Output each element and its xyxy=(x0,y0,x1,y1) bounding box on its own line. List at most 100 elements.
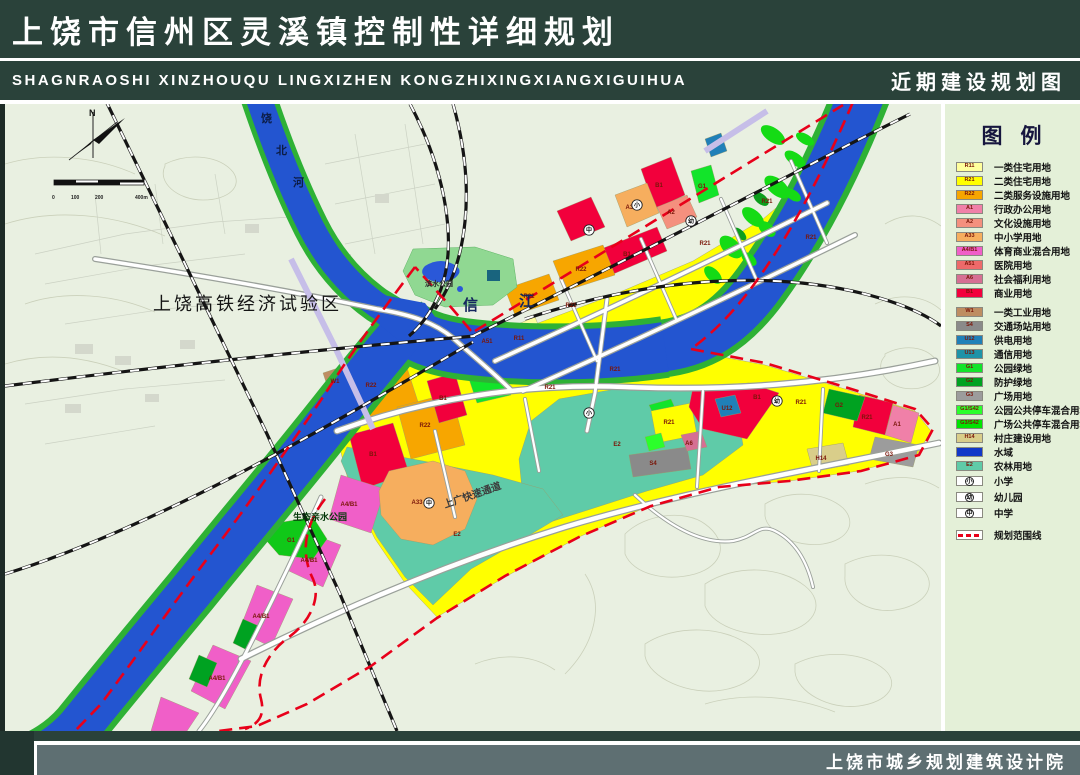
svg-text:中: 中 xyxy=(586,226,592,234)
map-label: 400m xyxy=(135,195,148,201)
legend-item-water: 水域 xyxy=(945,445,1080,459)
legend-swatch: G1 xyxy=(956,363,983,373)
legend-item-W1: W1一类工业用地 xyxy=(945,305,1080,319)
zone-code-label: R21 xyxy=(861,415,873,421)
zone-code-label: G3 xyxy=(885,452,894,458)
legend-label: 交通场站用地 xyxy=(983,319,1051,333)
legend-item-B1: B1商业用地 xyxy=(945,286,1080,300)
legend-label: 供电用地 xyxy=(983,333,1032,347)
footer-frame-strip xyxy=(0,731,1080,741)
legend-item-G1/S42: G1/S42公园公共停车混合用地 xyxy=(945,403,1080,417)
legend-panel: 图例 R11一类住宅用地R21二类住宅用地R22二类服务设施用地A1行政办公用地… xyxy=(945,104,1080,731)
zone-code-label: R21 xyxy=(663,420,675,426)
map-label: 100 xyxy=(71,195,80,201)
legend-code: G1/S42 xyxy=(960,407,979,413)
zone-code-label: U12 xyxy=(721,406,733,412)
legend-label: 一类住宅用地 xyxy=(983,160,1051,174)
zone-code-label: G1 xyxy=(698,184,707,190)
legend-code: A51 xyxy=(964,262,974,268)
legend-label: 防护绿地 xyxy=(983,375,1032,389)
legend-title: 图例 xyxy=(945,104,1080,160)
legend-code: G3 xyxy=(966,393,973,399)
map-school-icon-中: 中 xyxy=(584,225,594,235)
legend-swatch: R11 xyxy=(956,162,983,172)
legend-code: R21 xyxy=(964,178,974,184)
legend-label: 幼儿园 xyxy=(983,490,1023,504)
title-bar: 上饶市信州区灵溪镇控制性详细规划 xyxy=(0,0,1080,58)
legend-label: 中学 xyxy=(983,506,1013,520)
sheet-title: 上饶市信州区灵溪镇控制性详细规划 xyxy=(0,7,620,52)
divider xyxy=(34,741,37,775)
zone-code-label: R21 xyxy=(761,199,773,205)
legend-item-S4: S4 交通场站用地 xyxy=(945,319,1080,333)
legend-label: 规划范围线 xyxy=(983,528,1042,542)
boundary-dash-icon xyxy=(956,530,983,540)
legend-swatch: A6 xyxy=(956,274,983,284)
legend-item-A1: A1行政办公用地 xyxy=(945,202,1080,216)
map-label: 滨水公园 xyxy=(425,279,453,288)
legend-label: 农林用地 xyxy=(983,459,1032,473)
legend-item-G1: G1公园绿地 xyxy=(945,361,1080,375)
zone-code-label: A51 xyxy=(481,339,493,345)
svg-text:小: 小 xyxy=(633,201,640,209)
svg-text:中: 中 xyxy=(426,499,432,507)
legend-swatch: S4 xyxy=(956,321,983,331)
svg-text:幼: 幼 xyxy=(688,217,694,225)
legend-label: 通信用地 xyxy=(983,347,1032,361)
school-circle-icon: 中 xyxy=(956,508,983,518)
legend-item-G2: G2 防护绿地 xyxy=(945,375,1080,389)
legend-code: A33 xyxy=(964,234,974,240)
legend-item-U13: U13 通信用地 xyxy=(945,347,1080,361)
legend-code: U13 xyxy=(964,351,974,357)
zone-code-label: R22 xyxy=(365,383,377,389)
map-label: 饶 xyxy=(261,111,272,125)
legend-swatch: G3/S42 xyxy=(956,419,983,429)
main-area: R21R21R21R21R11R22R22B1B1A33A2G1A51R21R2… xyxy=(0,104,1080,731)
legend-item-R11: R11 一类住宅用地 xyxy=(945,160,1080,174)
svg-text:小: 小 xyxy=(585,409,592,417)
legend-label: 小学 xyxy=(983,474,1013,488)
zone-code-label: B1 xyxy=(369,452,377,458)
facility-block xyxy=(487,270,500,281)
legend-label: 公园绿地 xyxy=(983,361,1032,375)
map-school-icon-小: 小 xyxy=(632,200,642,210)
svg-text:幼: 幼 xyxy=(774,397,780,405)
legend-code: G2 xyxy=(966,379,973,385)
school-circle-icon: 小 xyxy=(956,476,983,486)
sheet-subtitle-pinyin: SHAGNRAOSHI XINZHOUQU LINGXIZHEN KONGZHI… xyxy=(0,72,687,89)
legend-item-A51: A51医院用地 xyxy=(945,258,1080,272)
zone-code-label: G1 xyxy=(287,538,296,544)
legend-item-G3/S42: G3/S42广场公共停车混合用地 xyxy=(945,417,1080,431)
legend-item-E2: E2农林用地 xyxy=(945,459,1080,473)
zone-code-label: H14 xyxy=(815,456,827,462)
legend-swatch: A2 xyxy=(956,218,983,228)
zone-code-label: R21 xyxy=(699,241,711,247)
zone-code-label: R21 xyxy=(795,400,807,406)
legend-label: 行政办公用地 xyxy=(983,202,1051,216)
legend-swatch: E2 xyxy=(956,461,983,471)
legend-item-幼儿园: 幼幼儿园 xyxy=(945,489,1080,505)
map-label: 0 xyxy=(52,195,55,201)
legend-label: 广场用地 xyxy=(983,389,1032,403)
zone-code-label: A4/B1 xyxy=(208,676,226,682)
legend-code: S4 xyxy=(966,323,973,329)
footer-bar: 上饶市城乡规划建筑设计院 xyxy=(0,745,1080,775)
legend-swatch: A4/B1 xyxy=(956,246,983,256)
legend-label: 社会福利用地 xyxy=(983,272,1051,286)
legend-swatch: G1/S42 xyxy=(956,405,983,415)
zone-code-label: A33 xyxy=(411,500,423,506)
map-label: N xyxy=(89,108,96,118)
legend-swatch: R21 xyxy=(956,176,983,186)
map-label: 河 xyxy=(293,175,304,189)
legend-item-小学: 小小学 xyxy=(945,473,1080,489)
design-institute-name: 上饶市城乡规划建筑设计院 xyxy=(826,748,1080,773)
zone-code-label: A4/B1 xyxy=(252,614,270,620)
legend-code: H14 xyxy=(964,435,974,441)
zone-code-label: E2 xyxy=(613,442,621,448)
zone-code-label: E2 xyxy=(453,532,461,538)
legend-code: R11 xyxy=(965,164,975,170)
legend-swatch: G3 xyxy=(956,391,983,401)
legend-label: 村庄建设用地 xyxy=(983,431,1051,445)
map-school-icon-幼: 幼 xyxy=(686,216,696,226)
map-label: 信 xyxy=(463,296,478,314)
